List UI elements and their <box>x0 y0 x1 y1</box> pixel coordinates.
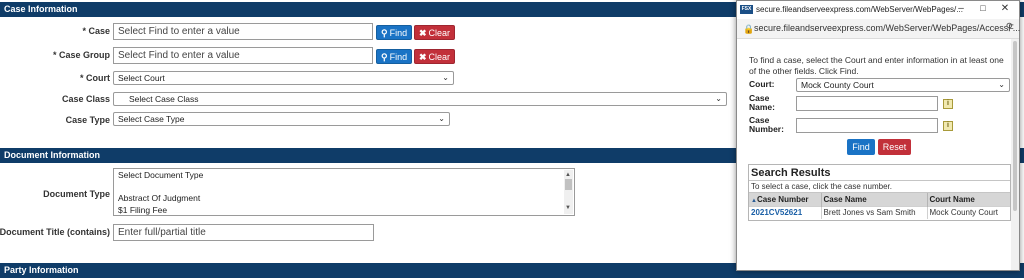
table-row: 2021CV52621 Brett Jones vs Sam Smith Moc… <box>749 205 1010 219</box>
case-group-clear-button[interactable]: ✖ Clear <box>414 49 456 64</box>
document-type-listbox[interactable]: Select Document Type Abstract Of Judgmen… <box>113 168 575 216</box>
site-favicon: FSX <box>740 5 753 14</box>
court-select[interactable]: Select Court ⌄ <box>113 71 454 85</box>
popup-scrollbar[interactable] <box>1011 39 1019 270</box>
case-group-label: * Case Group <box>52 50 110 60</box>
listbox-option[interactable] <box>118 182 570 194</box>
court-name-cell: Mock County Court <box>927 205 1010 219</box>
search-results-hint: To select a case, click the case number. <box>749 181 1010 193</box>
case-name-cell: Brett Jones vs Sam Smith <box>821 205 928 219</box>
column-header-court-name[interactable]: Court Name <box>927 193 1010 206</box>
case-name-input[interactable] <box>796 96 938 111</box>
case-find-button[interactable]: ⚲ Find <box>376 25 413 40</box>
address-url[interactable]: secure.fileandserveexpress.com/WebServer… <box>754 23 1020 33</box>
results-header-row: ▲Case Number Case Name Court Name <box>749 193 1010 206</box>
case-class-select-value: Select Case Class <box>129 94 199 104</box>
case-type-select-value: Select Case Type <box>118 114 185 124</box>
popup-reset-button[interactable]: Reset <box>878 139 911 155</box>
column-header-case-name[interactable]: Case Name <box>821 193 928 206</box>
case-type-label: Case Type <box>65 115 110 125</box>
case-number-input[interactable] <box>796 118 938 133</box>
maximize-icon[interactable]: □ <box>973 3 993 13</box>
popup-titlebar[interactable]: FSX secure.fileandserveexpress.com/WebSe… <box>737 1 1019 19</box>
case-class-label-row: Case Class <box>0 91 110 108</box>
court-select-value: Select Court <box>118 73 165 83</box>
case-number-link[interactable]: 2021CV52621 <box>749 205 822 219</box>
case-class-label: Case Class <box>61 94 110 104</box>
search-instructions: To find a case, select the Court and ent… <box>749 55 1004 76</box>
chevron-down-icon: ⌄ <box>998 80 1005 89</box>
minimize-icon[interactable]: – <box>951 3 971 14</box>
document-type-label: Document Type <box>43 189 110 199</box>
results-table: ▲Case Number Case Name Court Name 2021CV… <box>749 193 1010 219</box>
lock-icon: 🔒 <box>743 24 755 34</box>
case-type-label-row: Case Type <box>0 112 110 129</box>
case-number-label-line2: Number: <box>749 124 784 134</box>
popup-court-label: Court: <box>749 79 775 89</box>
case-group-label-row: * Case Group <box>0 47 110 64</box>
scroll-down-icon[interactable]: ▼ <box>565 203 571 215</box>
zoom-icon[interactable]: ⚲ <box>1006 22 1013 33</box>
document-title-label: Document Title (contains) <box>0 227 110 237</box>
popup-find-button[interactable]: Find <box>847 139 875 155</box>
case-search-popup: FSX secure.fileandserveexpress.com/WebSe… <box>736 0 1020 271</box>
chevron-down-icon: ⌄ <box>442 73 449 82</box>
document-title-label-row: Document Title (contains) <box>0 224 110 241</box>
case-clear-button[interactable]: ✖ Clear <box>414 25 456 40</box>
search-icon: ⚲ <box>381 28 388 38</box>
listbox-option[interactable]: Select Document Type <box>118 170 570 182</box>
search-icon: ⚲ <box>381 52 388 62</box>
search-results-panel: Search Results To select a case, click t… <box>748 164 1011 221</box>
case-find-label: Find <box>389 28 408 38</box>
column-header-case-number-label: Case Number <box>756 194 809 204</box>
court-label-row: * Court <box>0 70 110 87</box>
case-input[interactable]: Select Find to enter a value <box>113 23 373 40</box>
listbox-option[interactable]: $1 Filing Fee <box>118 205 570 217</box>
case-name-label-line2: Name: <box>749 102 775 112</box>
document-type-label-row: Document Type <box>0 186 110 203</box>
case-class-select[interactable]: Select Case Class ⌄ <box>113 92 727 106</box>
case-label-row: * Case <box>0 23 110 40</box>
case-group-clear-label: Clear <box>428 52 451 62</box>
case-clear-label: Clear <box>428 28 451 38</box>
case-group-find-label: Find <box>389 52 408 62</box>
column-header-case-number[interactable]: ▲Case Number <box>749 193 822 206</box>
court-label: * Court <box>80 73 110 83</box>
address-bar[interactable]: 🔒 secure.fileandserveexpress.com/WebServ… <box>737 19 1020 39</box>
x-icon: ✖ <box>419 52 427 62</box>
scrollbar-thumb[interactable] <box>565 179 572 190</box>
chevron-down-icon: ⌄ <box>438 114 445 123</box>
chevron-down-icon: ⌄ <box>715 94 722 103</box>
close-icon[interactable]: ✕ <box>995 3 1015 14</box>
popup-window-title: secure.fileandserveexpress.com/WebServer… <box>756 5 963 14</box>
document-title-input[interactable]: Enter full/partial title <box>113 224 374 241</box>
popup-court-select[interactable]: Mock County Court ⌄ <box>796 78 1010 92</box>
listbox-option[interactable]: Abstract Of Judgment <box>118 193 570 205</box>
x-icon: ✖ <box>419 28 427 38</box>
info-icon[interactable]: i <box>943 121 953 131</box>
popup-court-select-value: Mock County Court <box>801 80 874 90</box>
case-type-select[interactable]: Select Case Type ⌄ <box>113 112 450 126</box>
case-group-input[interactable]: Select Find to enter a value <box>113 47 373 64</box>
search-results-title: Search Results <box>749 165 1010 181</box>
case-group-find-button[interactable]: ⚲ Find <box>376 49 413 64</box>
case-label: * Case <box>82 26 110 36</box>
popup-scrollbar-thumb[interactable] <box>1013 41 1017 211</box>
info-icon[interactable]: i <box>943 99 953 109</box>
listbox-scrollbar[interactable]: ▲ ▼ <box>564 170 573 214</box>
